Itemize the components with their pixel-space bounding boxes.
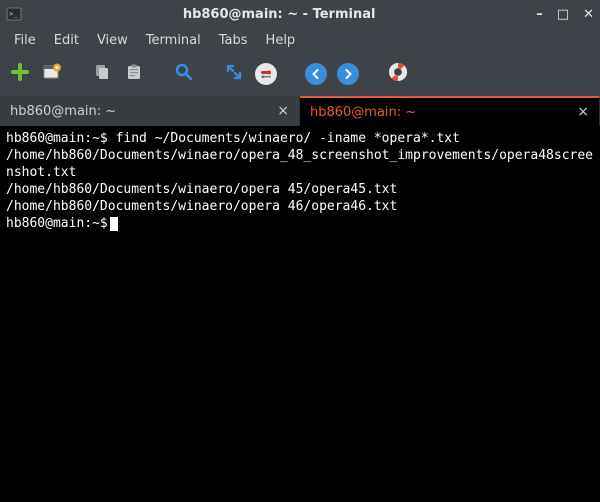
tab-label: hb860@main: ~ — [310, 105, 416, 120]
forward-button[interactable] — [336, 62, 360, 86]
tab-1[interactable]: hb860@main: ~ × — [300, 96, 600, 126]
text-cursor — [110, 217, 118, 231]
maximize-button[interactable]: □ — [557, 8, 569, 21]
arrow-right-icon — [337, 63, 359, 85]
menu-help[interactable]: Help — [258, 30, 304, 51]
output-line: /home/hb860/Documents/winaero/opera 45/o… — [6, 182, 397, 197]
output-line: /home/hb860/Documents/winaero/opera 46/o… — [6, 199, 397, 214]
close-window-button[interactable]: ✕ — [583, 8, 594, 21]
copy-icon — [93, 63, 111, 85]
toolbar — [0, 52, 600, 96]
search-icon — [174, 62, 194, 86]
tab-close-button[interactable]: × — [577, 104, 589, 120]
tab-bar: hb860@main: ~ × hb860@main: ~ × — [0, 96, 600, 126]
arrow-left-icon — [305, 63, 327, 85]
titlebar: >_ hb860@main: ~ - Terminal – □ ✕ — [0, 0, 600, 28]
new-window-button[interactable] — [40, 62, 64, 86]
help-button[interactable] — [386, 62, 410, 86]
terminal-viewport[interactable]: hb860@main:~$ find ~/Documents/winaero/ … — [0, 126, 600, 502]
copy-button[interactable] — [90, 62, 114, 86]
menu-terminal[interactable]: Terminal — [138, 30, 209, 51]
tab-label: hb860@main: ~ — [10, 104, 116, 119]
prompt: hb860@main:~$ — [6, 131, 116, 146]
minimize-button[interactable]: – — [536, 8, 543, 21]
paste-icon — [125, 63, 143, 85]
menu-tabs[interactable]: Tabs — [211, 30, 256, 51]
menubar: File Edit View Terminal Tabs Help — [0, 28, 600, 52]
new-tab-button[interactable] — [8, 62, 32, 86]
menu-edit[interactable]: Edit — [46, 30, 87, 51]
plus-icon — [11, 63, 29, 85]
fullscreen-icon — [225, 63, 243, 85]
menu-view[interactable]: View — [89, 30, 136, 51]
tab-0[interactable]: hb860@main: ~ × — [0, 96, 300, 126]
new-window-icon — [43, 63, 61, 85]
lifebuoy-icon — [387, 61, 409, 87]
svg-text:>_: >_ — [9, 10, 18, 18]
tab-close-button[interactable]: × — [277, 103, 289, 119]
app-icon: >_ — [6, 6, 22, 22]
back-button[interactable] — [304, 62, 328, 86]
menu-file[interactable]: File — [6, 30, 44, 51]
paste-button[interactable] — [122, 62, 146, 86]
prompt: hb860@main:~$ — [6, 216, 108, 231]
preferences-button[interactable] — [254, 62, 278, 86]
preferences-icon — [255, 63, 277, 85]
command-text: find ~/Documents/winaero/ -iname *opera*… — [116, 131, 460, 146]
window-controls: – □ ✕ — [536, 8, 594, 21]
fullscreen-button[interactable] — [222, 62, 246, 86]
search-button[interactable] — [172, 62, 196, 86]
window-title: hb860@main: ~ - Terminal — [28, 7, 530, 22]
output-line: /home/hb860/Documents/winaero/opera_48_s… — [6, 148, 593, 180]
